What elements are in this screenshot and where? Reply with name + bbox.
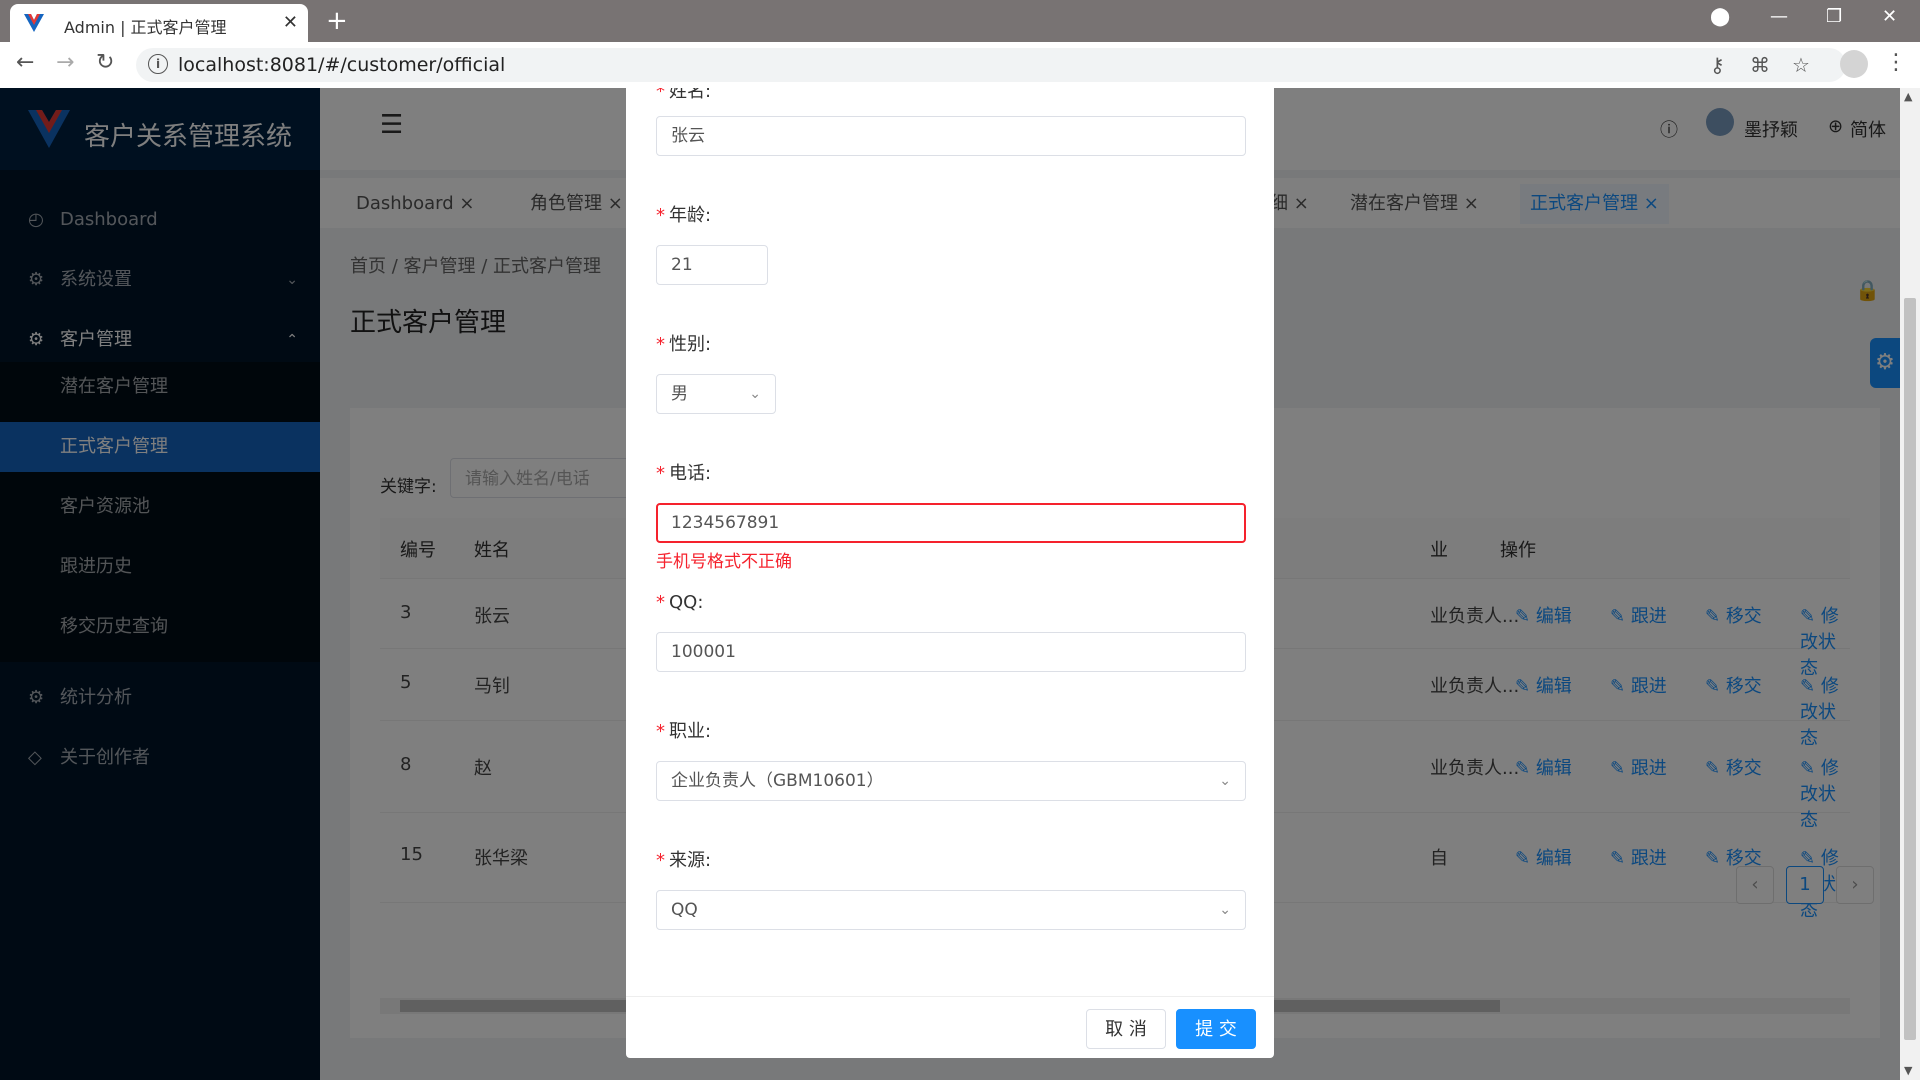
back-icon[interactable]: ←: [16, 50, 34, 75]
label-text: 职业:: [669, 721, 712, 742]
gender-select[interactable]: 男 ⌄: [656, 374, 776, 414]
account-icon[interactable]: [1840, 50, 1868, 78]
reload-icon[interactable]: ↻: [96, 50, 114, 75]
address-bar: ← → ↻ i localhost:8081/#/customer/offici…: [0, 42, 1920, 89]
form-item-name: * 姓名:: [656, 88, 711, 104]
label-text: 来源:: [669, 850, 712, 871]
source-select[interactable]: QQ ⌄: [656, 890, 1246, 930]
source-value: QQ: [671, 900, 698, 920]
required-mark: *: [656, 334, 665, 355]
label-text: 年龄:: [669, 205, 712, 226]
translate-icon[interactable]: ⌘: [1750, 53, 1770, 77]
bookmark-star-icon[interactable]: ☆: [1792, 53, 1810, 77]
submit-button[interactable]: 提 交: [1176, 1009, 1256, 1049]
form-label: * 姓名:: [656, 88, 711, 104]
forward-icon[interactable]: →: [56, 50, 74, 75]
job-value: 企业负责人（GBM10601）: [671, 771, 884, 791]
label-text: 电话:: [669, 463, 712, 484]
chevron-down-icon: ⌄: [1219, 773, 1231, 789]
form-item-qq: * QQ:: [656, 591, 703, 615]
tab-title: Admin | 正式客户管理: [64, 18, 227, 37]
name-input[interactable]: 张云: [656, 116, 1246, 156]
label-text: QQ:: [669, 592, 704, 613]
form-label: * 电话:: [656, 462, 711, 486]
maximize-icon[interactable]: ❐: [1826, 6, 1842, 27]
page-vertical-scrollbar[interactable]: ▲ ▼: [1900, 88, 1920, 1080]
phone-input[interactable]: 1234567891: [656, 503, 1246, 543]
site-info-icon[interactable]: i: [148, 54, 168, 74]
required-mark: *: [656, 463, 665, 484]
label-text: 性别:: [669, 334, 712, 355]
qq-input[interactable]: 100001: [656, 632, 1246, 672]
form-label: * 职业:: [656, 720, 711, 744]
window-close-icon[interactable]: ✕: [1882, 6, 1897, 27]
chevron-down-icon: ⌄: [1219, 902, 1231, 918]
form-label: * QQ:: [656, 591, 703, 615]
form-label: * 年龄:: [656, 204, 711, 228]
chevron-down-icon: ⌄: [749, 386, 761, 402]
phone-error-message: 手机号格式不正确: [656, 552, 792, 572]
dialog-footer: 取 消 提 交: [626, 996, 1274, 1059]
key-icon[interactable]: ⚷: [1710, 53, 1725, 77]
form-item-gender: * 性别:: [656, 333, 711, 357]
new-tab-icon[interactable]: +: [326, 6, 348, 36]
gender-value: 男: [671, 384, 688, 404]
edit-customer-dialog: * 姓名: 张云 * 年龄: 21 * 性别: 男 ⌄ * 电话: 1234567891…: [626, 88, 1274, 1058]
form-label: * 来源:: [656, 849, 711, 873]
scroll-down-icon[interactable]: ▼: [1904, 1064, 1912, 1077]
scroll-up-icon[interactable]: ▲: [1904, 90, 1912, 103]
cancel-button[interactable]: 取 消: [1086, 1009, 1166, 1049]
form-item-phone: * 电话:: [656, 462, 711, 486]
required-mark: *: [656, 850, 665, 871]
browser-menu-icon[interactable]: ⋮: [1885, 50, 1907, 75]
minimize-icon[interactable]: —: [1770, 6, 1788, 27]
form-item-age: * 年龄:: [656, 204, 711, 228]
required-mark: *: [656, 205, 665, 226]
scrollbar-thumb[interactable]: [1904, 298, 1916, 1040]
url-text[interactable]: localhost:8081/#/customer/official: [178, 54, 505, 76]
vue-logo-icon: [24, 14, 44, 32]
form-label: * 性别:: [656, 333, 711, 357]
job-select[interactable]: 企业负责人（GBM10601） ⌄: [656, 761, 1246, 801]
browser-tabbar: Admin | 正式客户管理 ✕ + ⬤ — ❐ ✕: [0, 0, 1920, 42]
required-mark: *: [656, 592, 665, 613]
omnibox[interactable]: i localhost:8081/#/customer/official ⚷ ⌘…: [136, 48, 1846, 82]
tab-close-icon[interactable]: ✕: [283, 12, 298, 33]
form-item-job: * 职业:: [656, 720, 711, 744]
label-text: 姓名:: [669, 88, 712, 102]
required-mark: *: [656, 721, 665, 742]
age-input[interactable]: 21: [656, 245, 768, 285]
browser-tab[interactable]: Admin | 正式客户管理 ✕: [10, 4, 308, 42]
form-item-source: * 来源:: [656, 849, 711, 873]
required-mark: *: [656, 88, 665, 102]
app-root: 客户关系管理系统 ◴ Dashboard ⚙ 系统设置 ⌄ ⚙ 客户管理 ⌃ 潜…: [0, 88, 1900, 1080]
profile-dropdown-icon[interactable]: ⬤: [1710, 6, 1730, 27]
